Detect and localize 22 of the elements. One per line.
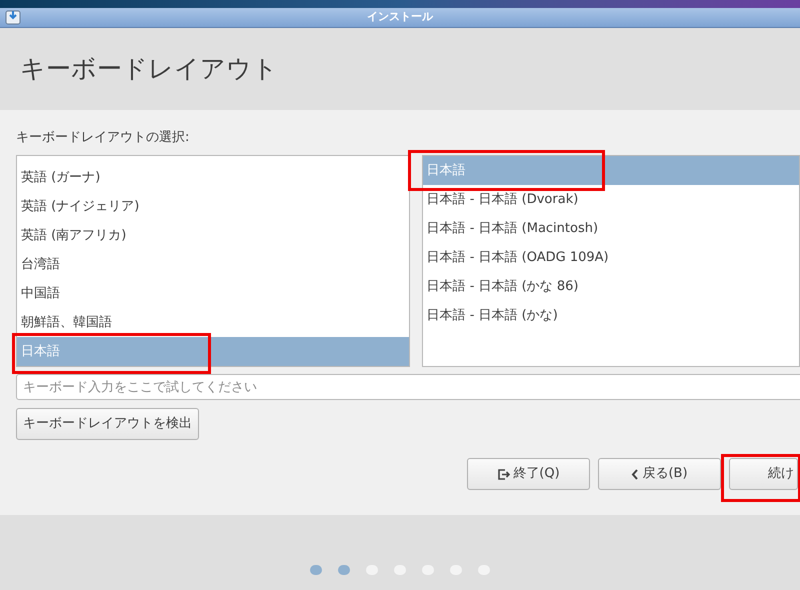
window-title: インストール	[367, 9, 433, 26]
list-item[interactable]: 日本語 - 日本語 (かな)	[422, 301, 799, 330]
list-item[interactable]: 英語 (南アフリカ)	[17, 221, 409, 250]
back-button[interactable]: 戻る(B)	[598, 458, 721, 490]
list-item[interactable]: 英語 (ガーナ)	[17, 163, 409, 192]
chevron-left-icon	[631, 468, 640, 480]
page-title: キーボードレイアウト	[20, 53, 278, 86]
list-item[interactable]: 日本語 - 日本語 (かな 86)	[422, 272, 799, 301]
list-item[interactable]: 日本語 - 日本語 (Macintosh)	[422, 214, 799, 243]
installer-icon	[5, 9, 21, 25]
list-item[interactable]: 日本語 - 日本語 (OADG 109A)	[422, 243, 799, 272]
test-input-field[interactable]: キーボード入力をここで試してください	[16, 374, 800, 400]
layout-label: キーボードレイアウトの選択:	[16, 129, 190, 147]
list-item[interactable]: 台湾語	[17, 250, 409, 279]
exit-icon	[497, 468, 510, 480]
list-item[interactable]: 日本語 - 日本語 (Dvorak)	[422, 185, 799, 214]
list-item[interactable]: 英語 (ナイジェリア)	[17, 192, 409, 221]
continue-button[interactable]: 続け	[729, 458, 798, 490]
list-item[interactable]: 中国語	[17, 279, 409, 308]
detect-layout-button[interactable]: キーボードレイアウトを検出	[16, 408, 199, 440]
list-item[interactable]: 朝鮮語、韓国語	[17, 308, 409, 337]
quit-button[interactable]: 終了(Q)	[467, 458, 590, 490]
